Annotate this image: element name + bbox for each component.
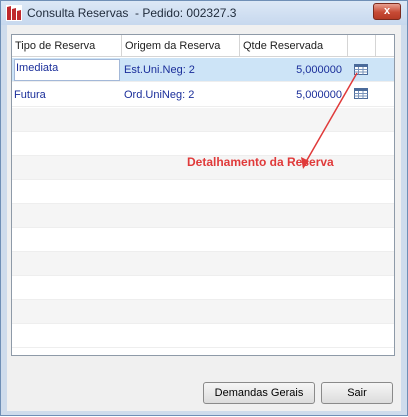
annotation-arrow	[301, 72, 358, 169]
annotation-label: Detalhamento da Reserva	[187, 155, 334, 169]
consulta-reservas-window: Consulta Reservas - Pedido: 002327.3 x T…	[0, 0, 408, 416]
